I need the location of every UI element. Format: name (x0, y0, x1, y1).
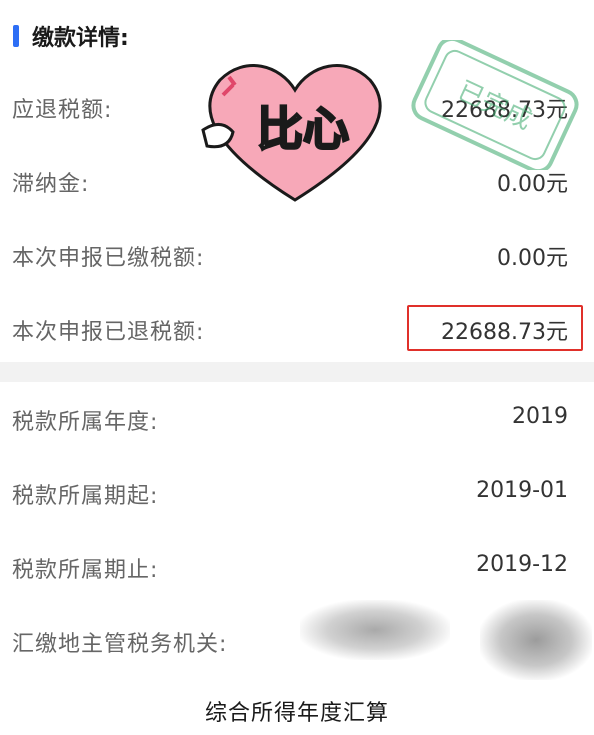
row-label: 税款所属期止: (12, 558, 159, 583)
row-tax-year: 税款所属年度: 2019 (0, 382, 594, 456)
row-value: 2019 (512, 404, 568, 429)
page-footer-title: 综合所得年度汇算 (204, 701, 389, 726)
redacted-blur (480, 600, 592, 680)
row-label: 滞纳金: (12, 172, 90, 197)
row-value: 2019-01 (476, 478, 568, 503)
row-label: 应退税额: (12, 98, 113, 123)
redacted-blur (300, 600, 450, 660)
row-value: 0.00元 (497, 172, 568, 197)
section-accent-bar (13, 25, 19, 47)
row-tax-paid: 本次申报已缴税额: 0.00元 (0, 218, 594, 292)
section-divider (0, 362, 594, 382)
row-label: 本次申报已退税额: (12, 320, 205, 345)
completed-stamp-icon: 已完成 (411, 40, 579, 170)
tax-period-section: 税款所属年度: 2019 税款所属期起: 2019-01 税款所属期止: 201… (0, 382, 594, 735)
row-period-end: 税款所属期止: 2019-12 (0, 530, 594, 604)
section-title: 缴款详情: (32, 26, 129, 51)
row-label: 税款所属期起: (12, 484, 159, 509)
row-period-start: 税款所属期起: 2019-01 (0, 456, 594, 530)
sticker-text: 比心 (257, 102, 349, 156)
row-label: 本次申报已缴税额: (12, 246, 205, 271)
heart-sticker-icon: 比心 (201, 64, 382, 202)
highlight-box (407, 305, 583, 351)
row-label: 税款所属年度: (12, 410, 159, 435)
row-label: 汇缴地主管税务机关: (12, 632, 228, 657)
row-value: 2019-12 (476, 552, 568, 577)
row-value: 0.00元 (497, 246, 568, 271)
